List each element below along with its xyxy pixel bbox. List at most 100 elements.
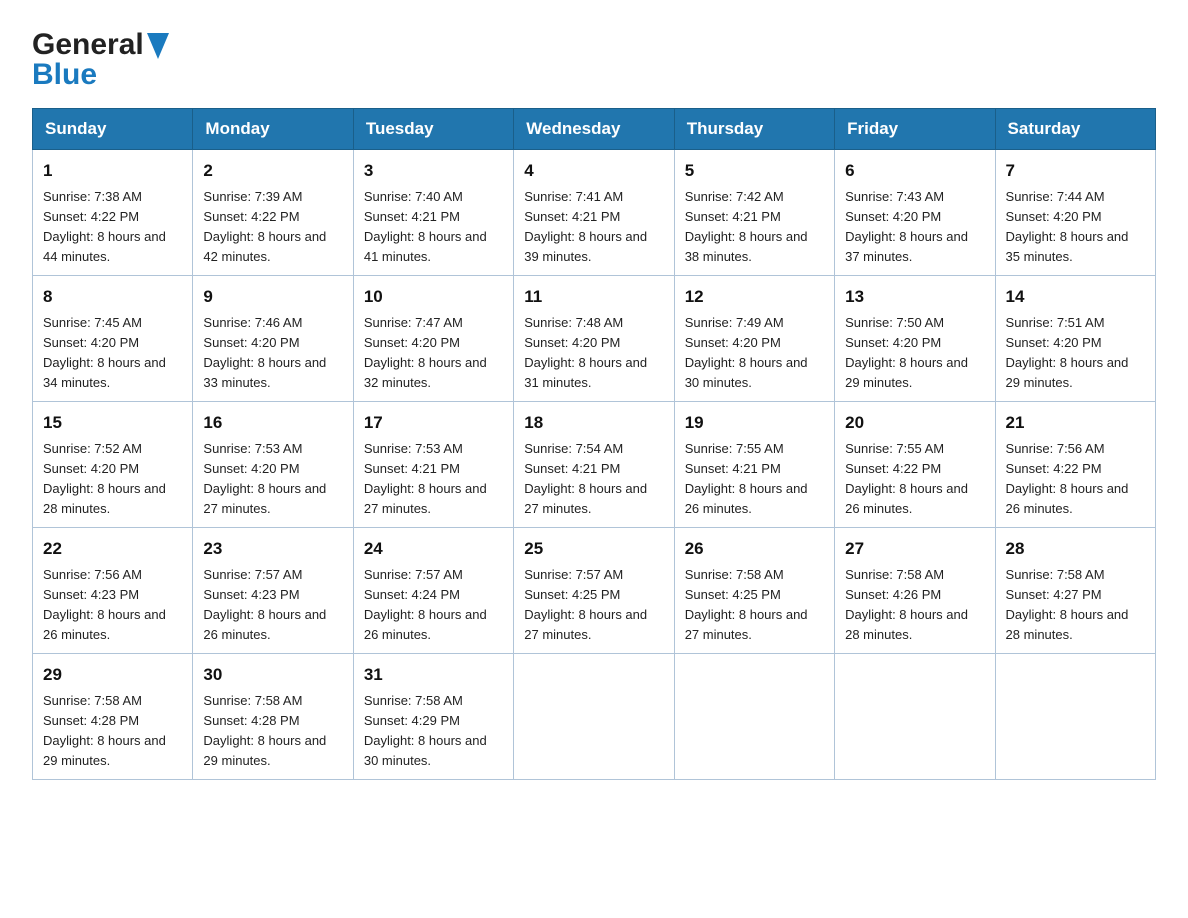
day-info: Sunrise: 7:56 AMSunset: 4:23 PMDaylight:…: [43, 565, 182, 646]
calendar-cell: 28 Sunrise: 7:58 AMSunset: 4:27 PMDayligh…: [995, 528, 1155, 654]
weekday-header-thursday: Thursday: [674, 109, 834, 150]
day-number: 13: [845, 284, 984, 310]
calendar-week-row: 1 Sunrise: 7:38 AMSunset: 4:22 PMDaylight…: [33, 150, 1156, 276]
day-info: Sunrise: 7:51 AMSunset: 4:20 PMDaylight:…: [1006, 313, 1145, 394]
calendar-cell: [835, 654, 995, 780]
day-info: Sunrise: 7:53 AMSunset: 4:20 PMDaylight:…: [203, 439, 342, 520]
day-number: 20: [845, 410, 984, 436]
calendar-cell: [514, 654, 674, 780]
day-info: Sunrise: 7:54 AMSunset: 4:21 PMDaylight:…: [524, 439, 663, 520]
calendar-cell: 5 Sunrise: 7:42 AMSunset: 4:21 PMDaylight…: [674, 150, 834, 276]
calendar-cell: 19 Sunrise: 7:55 AMSunset: 4:21 PMDayligh…: [674, 402, 834, 528]
day-info: Sunrise: 7:58 AMSunset: 4:26 PMDaylight:…: [845, 565, 984, 646]
day-info: Sunrise: 7:55 AMSunset: 4:21 PMDaylight:…: [685, 439, 824, 520]
calendar-cell: 30 Sunrise: 7:58 AMSunset: 4:28 PMDayligh…: [193, 654, 353, 780]
calendar-cell: 3Sunrise: 7:40 AMSunset: 4:21 PMDaylight…: [353, 150, 513, 276]
day-info: Sunrise: 7:42 AMSunset: 4:21 PMDaylight:…: [685, 187, 824, 268]
day-info: Sunrise: 7:58 AMSunset: 4:25 PMDaylight:…: [685, 565, 824, 646]
calendar-cell: [995, 654, 1155, 780]
calendar-cell: 20 Sunrise: 7:55 AMSunset: 4:22 PMDayligh…: [835, 402, 995, 528]
calendar-cell: 4Sunrise: 7:41 AMSunset: 4:21 PMDaylight…: [514, 150, 674, 276]
day-number: 15: [43, 410, 182, 436]
day-number: 22: [43, 536, 182, 562]
calendar-cell: 13 Sunrise: 7:50 AMSunset: 4:20 PMDayligh…: [835, 276, 995, 402]
day-number: 17: [364, 410, 503, 436]
logo-blue-text: Blue: [32, 58, 97, 92]
calendar-cell: 24Sunrise: 7:57 AMSunset: 4:24 PMDayligh…: [353, 528, 513, 654]
day-number: 3: [364, 158, 503, 184]
calendar-cell: 27 Sunrise: 7:58 AMSunset: 4:26 PMDayligh…: [835, 528, 995, 654]
day-info: Sunrise: 7:41 AMSunset: 4:21 PMDaylight:…: [524, 187, 663, 268]
calendar-cell: 6 Sunrise: 7:43 AMSunset: 4:20 PMDaylight…: [835, 150, 995, 276]
day-info: Sunrise: 7:56 AMSunset: 4:22 PMDaylight:…: [1006, 439, 1145, 520]
day-number: 2: [203, 158, 342, 184]
day-info: Sunrise: 7:46 AMSunset: 4:20 PMDaylight:…: [203, 313, 342, 394]
day-number: 16: [203, 410, 342, 436]
calendar-cell: 23 Sunrise: 7:57 AMSunset: 4:23 PMDayligh…: [193, 528, 353, 654]
day-info: Sunrise: 7:38 AMSunset: 4:22 PMDaylight:…: [43, 187, 182, 268]
day-number: 10: [364, 284, 503, 310]
day-info: Sunrise: 7:43 AMSunset: 4:20 PMDaylight:…: [845, 187, 984, 268]
calendar-cell: 7 Sunrise: 7:44 AMSunset: 4:20 PMDaylight…: [995, 150, 1155, 276]
day-number: 7: [1006, 158, 1145, 184]
logo-general-text: General: [32, 28, 144, 62]
day-info: Sunrise: 7:58 AMSunset: 4:29 PMDaylight:…: [364, 691, 503, 772]
calendar-cell: 2 Sunrise: 7:39 AMSunset: 4:22 PMDaylight…: [193, 150, 353, 276]
calendar-week-row: 15 Sunrise: 7:52 AMSunset: 4:20 PMDayligh…: [33, 402, 1156, 528]
day-number: 1: [43, 158, 182, 184]
day-number: 19: [685, 410, 824, 436]
day-info: Sunrise: 7:57 AMSunset: 4:23 PMDaylight:…: [203, 565, 342, 646]
weekday-header-saturday: Saturday: [995, 109, 1155, 150]
weekday-header-wednesday: Wednesday: [514, 109, 674, 150]
calendar-cell: 25Sunrise: 7:57 AMSunset: 4:25 PMDayligh…: [514, 528, 674, 654]
calendar-cell: 17Sunrise: 7:53 AMSunset: 4:21 PMDayligh…: [353, 402, 513, 528]
calendar-cell: 11 Sunrise: 7:48 AMSunset: 4:20 PMDayligh…: [514, 276, 674, 402]
day-number: 21: [1006, 410, 1145, 436]
day-info: Sunrise: 7:58 AMSunset: 4:28 PMDaylight:…: [203, 691, 342, 772]
day-number: 12: [685, 284, 824, 310]
day-info: Sunrise: 7:58 AMSunset: 4:27 PMDaylight:…: [1006, 565, 1145, 646]
day-number: 27: [845, 536, 984, 562]
day-info: Sunrise: 7:55 AMSunset: 4:22 PMDaylight:…: [845, 439, 984, 520]
calendar-cell: 9 Sunrise: 7:46 AMSunset: 4:20 PMDaylight…: [193, 276, 353, 402]
day-info: Sunrise: 7:48 AMSunset: 4:20 PMDaylight:…: [524, 313, 663, 394]
logo: General Blue: [32, 28, 169, 92]
day-number: 23: [203, 536, 342, 562]
day-number: 28: [1006, 536, 1145, 562]
weekday-header-monday: Monday: [193, 109, 353, 150]
day-info: Sunrise: 7:47 AMSunset: 4:20 PMDaylight:…: [364, 313, 503, 394]
day-number: 5: [685, 158, 824, 184]
calendar-table: SundayMondayTuesdayWednesdayThursdayFrid…: [32, 108, 1156, 780]
day-number: 6: [845, 158, 984, 184]
calendar-cell: 10 Sunrise: 7:47 AMSunset: 4:20 PMDayligh…: [353, 276, 513, 402]
page-header: General Blue: [32, 24, 1156, 92]
day-number: 9: [203, 284, 342, 310]
calendar-cell: 31Sunrise: 7:58 AMSunset: 4:29 PMDayligh…: [353, 654, 513, 780]
day-number: 26: [685, 536, 824, 562]
calendar-cell: 16 Sunrise: 7:53 AMSunset: 4:20 PMDayligh…: [193, 402, 353, 528]
day-number: 29: [43, 662, 182, 688]
logo-arrow-icon: [147, 33, 169, 59]
weekday-header-row: SundayMondayTuesdayWednesdayThursdayFrid…: [33, 109, 1156, 150]
day-number: 25: [524, 536, 663, 562]
day-info: Sunrise: 7:58 AMSunset: 4:28 PMDaylight:…: [43, 691, 182, 772]
calendar-cell: [674, 654, 834, 780]
day-info: Sunrise: 7:52 AMSunset: 4:20 PMDaylight:…: [43, 439, 182, 520]
day-info: Sunrise: 7:50 AMSunset: 4:20 PMDaylight:…: [845, 313, 984, 394]
weekday-header-tuesday: Tuesday: [353, 109, 513, 150]
day-info: Sunrise: 7:39 AMSunset: 4:22 PMDaylight:…: [203, 187, 342, 268]
day-number: 24: [364, 536, 503, 562]
calendar-cell: 12 Sunrise: 7:49 AMSunset: 4:20 PMDayligh…: [674, 276, 834, 402]
calendar-cell: 26 Sunrise: 7:58 AMSunset: 4:25 PMDayligh…: [674, 528, 834, 654]
day-info: Sunrise: 7:49 AMSunset: 4:20 PMDaylight:…: [685, 313, 824, 394]
day-info: Sunrise: 7:44 AMSunset: 4:20 PMDaylight:…: [1006, 187, 1145, 268]
day-number: 30: [203, 662, 342, 688]
day-number: 14: [1006, 284, 1145, 310]
calendar-cell: 18 Sunrise: 7:54 AMSunset: 4:21 PMDayligh…: [514, 402, 674, 528]
calendar-week-row: 22 Sunrise: 7:56 AMSunset: 4:23 PMDayligh…: [33, 528, 1156, 654]
calendar-cell: 21 Sunrise: 7:56 AMSunset: 4:22 PMDayligh…: [995, 402, 1155, 528]
day-number: 18: [524, 410, 663, 436]
weekday-header-friday: Friday: [835, 109, 995, 150]
day-info: Sunrise: 7:45 AMSunset: 4:20 PMDaylight:…: [43, 313, 182, 394]
day-number: 11: [524, 284, 663, 310]
